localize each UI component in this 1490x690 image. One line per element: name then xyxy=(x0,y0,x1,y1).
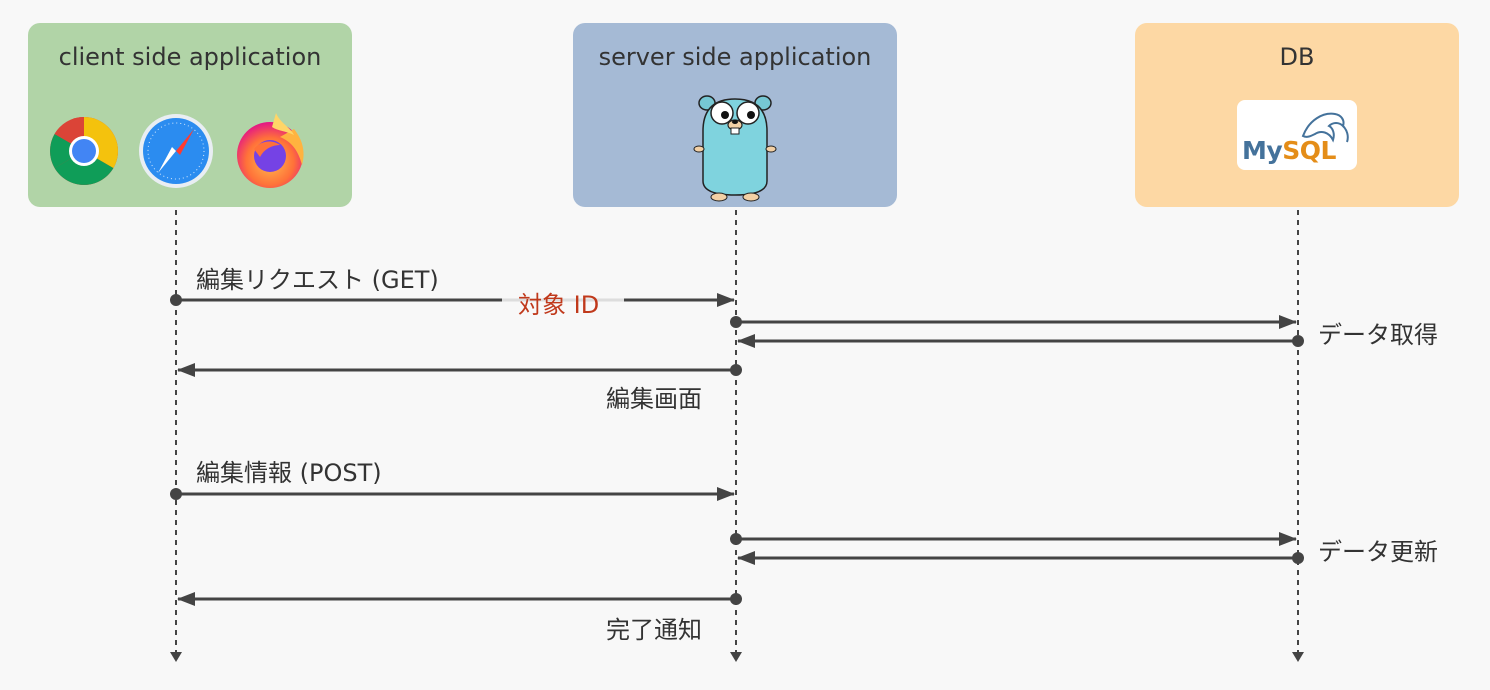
target-id-label: 対象 ID xyxy=(518,291,600,319)
complete-notice-label: 完了通知 xyxy=(606,616,702,644)
data-fetch-label: データ取得 xyxy=(1318,321,1438,349)
server-lifeline-end xyxy=(730,652,742,662)
db-lifeline-end xyxy=(1292,652,1304,662)
data-update-start-dot xyxy=(730,533,742,545)
edit-request-label: 編集リクエスト (GET) xyxy=(196,266,439,294)
data-fetch-return-dot xyxy=(1292,335,1304,347)
data-update-return-dot xyxy=(1292,552,1304,564)
data-fetch-start-dot xyxy=(730,316,742,328)
edit-info-start-dot xyxy=(170,488,182,500)
edit-request-start-dot xyxy=(170,294,182,306)
complete-notice-start-dot xyxy=(730,593,742,605)
edit-info-label: 編集情報 (POST) xyxy=(196,459,382,487)
data-update-label: データ更新 xyxy=(1318,538,1438,566)
edit-screen-start-dot xyxy=(730,364,742,376)
client-lifeline-end xyxy=(170,652,182,662)
edit-screen-label: 編集画面 xyxy=(606,385,702,413)
sequence-diagram xyxy=(170,210,1304,662)
